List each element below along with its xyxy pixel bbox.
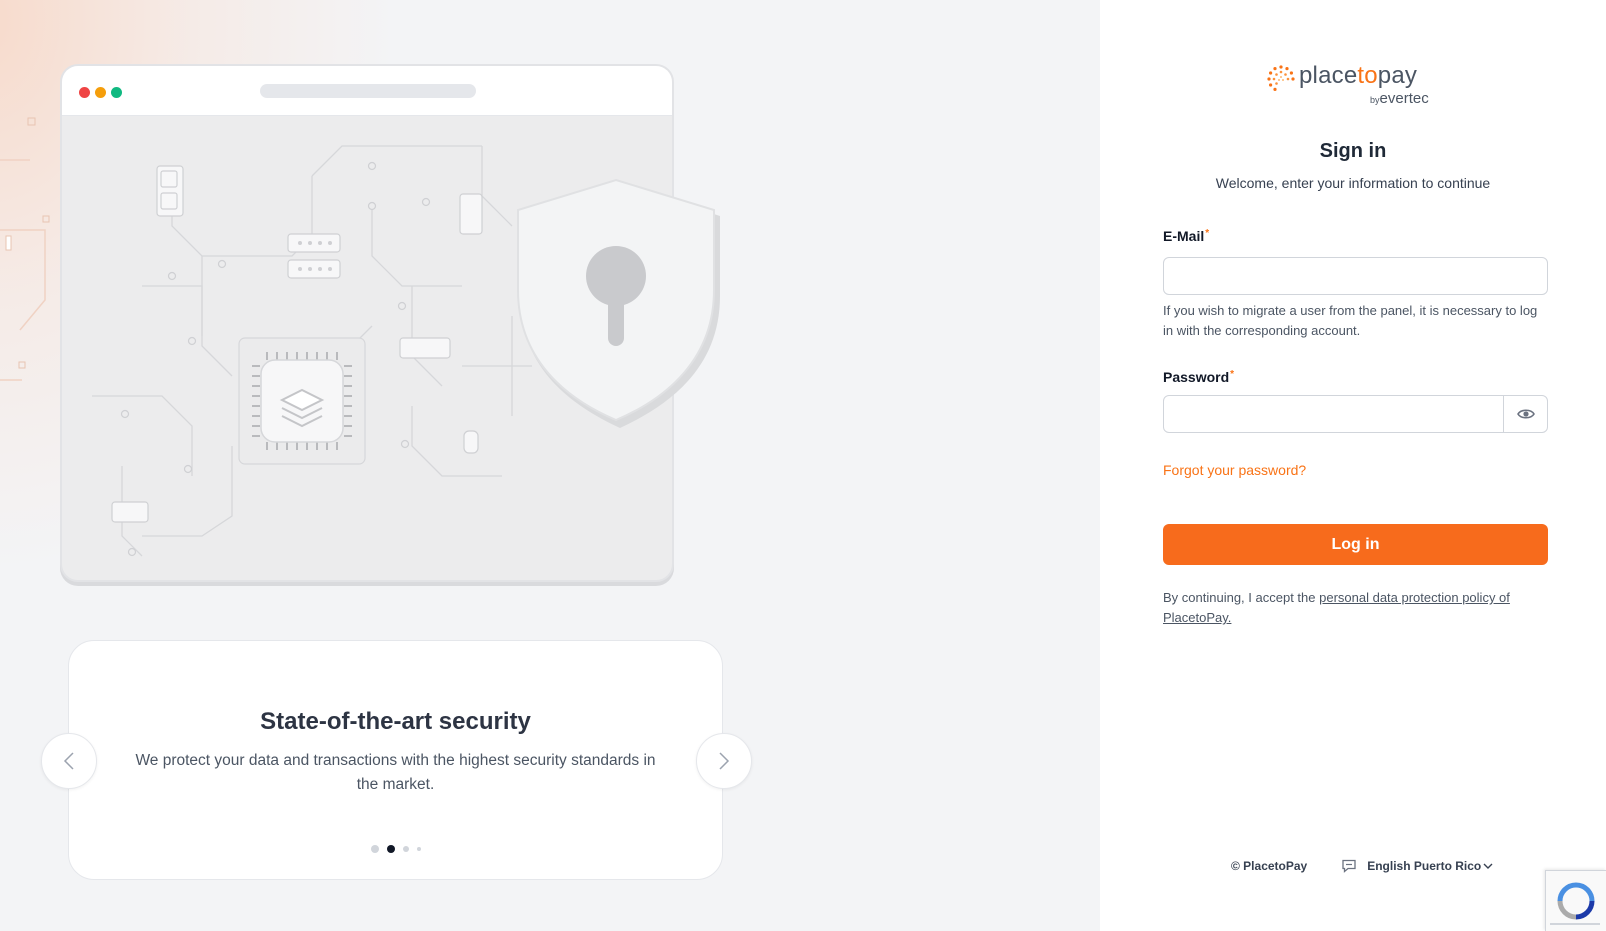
eye-icon [1516,409,1535,419]
footer: © PlacetoPay English Puerto Rico [1231,859,1503,873]
chat-icon [1342,859,1356,873]
password-field-wrapper [1163,395,1548,433]
address-bar-placeholder [260,84,476,98]
consent-prefix: By continuing, I accept the [1163,590,1320,605]
required-mark: * [1230,369,1235,380]
carousel-title: State-of-the-art security [260,708,531,735]
recaptcha-badge[interactable] [1545,870,1606,931]
recaptcha-icon [1550,882,1600,925]
language-label: English Puerto Rico [1367,859,1482,873]
browser-titlebar [62,66,672,116]
placetopay-sun-icon [1267,65,1295,91]
copyright-text: © PlacetoPay [1231,859,1308,873]
logo-byline: byevertec [1370,90,1429,107]
illustration-panel: State-of-the-art security We protect you… [0,0,1100,931]
email-field[interactable] [1163,257,1548,295]
chevron-left-icon [63,752,74,770]
password-label: Password* [1163,369,1234,385]
carousel-description: We protect your data and transactions wi… [135,752,656,793]
show-password-button[interactable] [1503,396,1547,432]
carousel-dot-3[interactable] [402,846,409,852]
logo-by-text: by [1370,95,1380,105]
logo-word-place: place [1299,62,1358,89]
carousel-next-button[interactable] [696,733,752,789]
page-subtitle: Welcome, enter your information to conti… [1215,175,1491,191]
consent-text: By continuing, I accept the personal dat… [1163,588,1548,628]
language-selector[interactable]: English Puerto Rico [1341,859,1503,873]
window-close-dot [79,87,90,98]
email-label-text: E-Mail [1163,228,1205,244]
chevron-down-icon [1483,863,1493,869]
logo-word-to: to [1357,62,1378,89]
chevron-right-icon [719,752,730,770]
page-title: Sign in [1319,140,1387,162]
window-minimize-dot [95,87,106,98]
carousel-pagination [69,845,722,853]
logo-wordmark: placetopay [1299,62,1417,90]
shield-lock-icon [517,178,720,428]
forgot-password-link[interactable]: Forgot your password? [1163,462,1306,478]
carousel-prev-button[interactable] [41,733,97,789]
carousel-dot-1[interactable] [370,845,379,853]
login-panel: placetopay byevertec Sign in Welcome, en… [1100,0,1606,931]
password-label-text: Password [1163,369,1230,385]
email-label: E-Mail* [1163,228,1209,244]
window-maximize-dot [111,87,122,98]
placetopay-logo: placetopay byevertec [1266,60,1448,110]
email-help-text: If you wish to migrate a user from the p… [1163,303,1538,338]
login-button[interactable]: Log in [1163,524,1548,565]
required-mark: * [1205,228,1210,239]
logo-word-pay: pay [1377,62,1418,89]
password-field[interactable] [1164,396,1504,432]
logo-company: evertec [1379,90,1429,107]
carousel-card: State-of-the-art security We protect you… [68,640,723,880]
carousel-dot-2[interactable] [386,845,395,853]
carousel-dot-4[interactable] [416,847,421,851]
